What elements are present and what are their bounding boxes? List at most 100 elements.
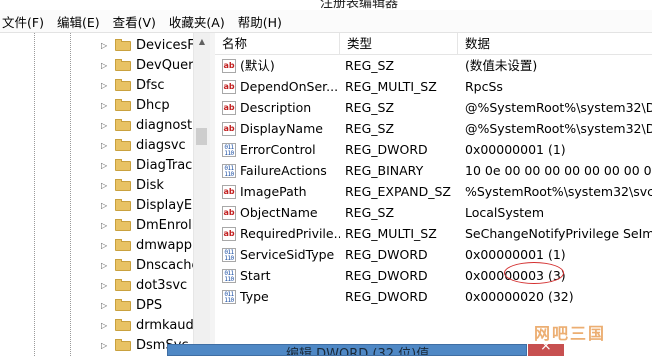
tree-item-label: Dnscache	[136, 257, 200, 273]
expand-arrow-icon[interactable]: ▷	[101, 341, 111, 350]
value-data: LocalSystem	[465, 205, 545, 220]
expand-arrow-icon[interactable]: ▷	[101, 101, 111, 110]
tree-item[interactable]: ▷ Dnscache	[101, 255, 200, 275]
expand-arrow-icon[interactable]: ▷	[101, 121, 111, 130]
menu-view[interactable]: 查看(V)	[109, 12, 160, 31]
folder-icon	[115, 279, 131, 291]
menu-help[interactable]: 帮助(H)	[234, 12, 286, 31]
window-title-bar: 注册表编辑器	[0, 0, 652, 10]
tree-item[interactable]: ▷ DevQuery	[101, 55, 201, 75]
expand-arrow-icon[interactable]: ▷	[101, 81, 111, 90]
expand-arrow-icon[interactable]: ▷	[101, 161, 111, 170]
tree-item-label: DisplayEn	[136, 197, 201, 213]
value-data: 0x00000020 (32)	[465, 289, 574, 304]
expand-arrow-icon[interactable]: ▷	[101, 141, 111, 150]
value-data: @%SystemRoot%\system32\Dev	[465, 100, 652, 115]
expand-arrow-icon[interactable]: ▷	[101, 241, 111, 250]
tree-item[interactable]: ▷ Dfsc	[101, 75, 165, 95]
value-type: REG_DWORD	[345, 268, 428, 283]
expand-arrow-icon[interactable]: ▷	[101, 201, 111, 210]
menu-file[interactable]: 文件(F)	[0, 12, 48, 31]
folder-icon	[115, 299, 131, 311]
expand-arrow-icon[interactable]: ▷	[101, 281, 111, 290]
folder-icon	[115, 199, 131, 211]
dialog-close-button[interactable]	[528, 338, 564, 356]
tree-item[interactable]: ▷ Dhcp	[101, 95, 170, 115]
tree-item[interactable]: ▷ Disk	[101, 175, 164, 195]
expand-arrow-icon[interactable]: ▷	[101, 61, 111, 70]
value-type: REG_DWORD	[345, 247, 428, 262]
menu-edit[interactable]: 编辑(E)	[53, 12, 104, 31]
value-type: REG_EXPAND_SZ	[345, 184, 451, 199]
folder-icon	[115, 59, 131, 71]
value-row[interactable]: ab (默认) REG_SZ (数值未设置)	[215, 55, 652, 76]
tree-item[interactable]: ▷ DPS	[101, 295, 162, 315]
value-name: DependOnSer...	[240, 79, 339, 94]
tree-item-label: DiagTrack	[136, 157, 200, 173]
value-name-cell: ab RequiredPrivile...	[222, 223, 340, 244]
string-value-icon: ab	[222, 205, 236, 220]
value-row[interactable]: ab DependOnSer... REG_MULTI_SZ RpcSs	[215, 76, 652, 97]
value-name: FailureActions	[240, 163, 327, 178]
column-header-name[interactable]: 名称	[215, 33, 340, 54]
string-value-icon: ab	[222, 100, 236, 115]
value-row[interactable]: ab ImagePath REG_EXPAND_SZ %SystemRoot%\sys…	[215, 181, 652, 202]
value-name-cell: ab ObjectName	[222, 202, 340, 223]
value-row[interactable]: 011 110 Type REG_DWORD 0x00000020 (32)	[215, 286, 652, 307]
value-data: 0x00000001 (1)	[465, 142, 566, 157]
value-row[interactable]: ab DisplayName REG_SZ @%SystemRoot%\system3…	[215, 118, 652, 139]
registry-key-tree[interactable]: ▷ DevicesFlo ▷ DevQuery ▷ Dfsc ▷ Dhcp ▷ diagnosti…	[0, 33, 210, 356]
binary-value-icon: 011 110	[222, 163, 236, 178]
value-name: ErrorControl	[240, 142, 316, 157]
string-value-icon: ab	[222, 121, 236, 136]
expand-arrow-icon[interactable]: ▷	[101, 321, 111, 330]
value-type: REG_SZ	[345, 121, 395, 136]
list-header: 名称 类型 数据	[215, 33, 652, 55]
tree-item[interactable]: ▷ DevicesFlo	[101, 35, 206, 55]
tree-item[interactable]: ▷ dmwappu	[101, 235, 200, 255]
expand-arrow-icon[interactable]: ▷	[101, 221, 111, 230]
value-row[interactable]: 011 110 FailureActions REG_BINARY 10 0e 00 0…	[215, 160, 652, 181]
value-row[interactable]: ab ObjectName REG_SZ LocalSystem	[215, 202, 652, 223]
registry-values-list[interactable]: 名称 类型 数据 ab (默认) REG_SZ (数值未设置) ab DependOnSe…	[215, 33, 652, 356]
value-name: ServiceSidType	[240, 247, 335, 262]
expand-arrow-icon[interactable]: ▷	[101, 301, 111, 310]
scroll-up-arrow-icon[interactable]: ▲	[194, 33, 210, 50]
column-header-type[interactable]: 类型	[340, 33, 458, 54]
value-type: REG_BINARY	[345, 163, 424, 178]
value-row[interactable]: 011 110 Start REG_DWORD 0x00000003 (3)	[215, 265, 652, 286]
folder-icon	[115, 179, 131, 191]
tree-item-label: Dfsc	[136, 77, 165, 93]
column-header-data[interactable]: 数据	[458, 33, 652, 54]
folder-icon	[115, 79, 131, 91]
tree-item[interactable]: ▷ DisplayEn	[101, 195, 200, 215]
expand-arrow-icon[interactable]: ▷	[101, 261, 111, 270]
binary-value-icon: 011 110	[222, 268, 236, 283]
value-data: 0x00000001 (1)	[465, 247, 566, 262]
value-row[interactable]: ab RequiredPrivile... REG_MULTI_SZ SeChange…	[215, 223, 652, 244]
expand-arrow-icon[interactable]: ▷	[101, 181, 111, 190]
folder-icon	[115, 259, 131, 271]
tree-vertical-scrollbar[interactable]: ▲	[193, 33, 210, 356]
value-name-cell: 011 110 FailureActions	[222, 160, 340, 181]
folder-icon	[115, 139, 131, 151]
value-data: RpcSs	[465, 79, 503, 94]
value-row[interactable]: ab Description REG_SZ @%SystemRoot%\system3…	[215, 97, 652, 118]
tree-item[interactable]: ▷ drmkaud	[101, 315, 194, 335]
scrollbar-thumb[interactable]	[196, 128, 207, 145]
value-type: REG_DWORD	[345, 289, 428, 304]
folder-icon	[115, 319, 131, 331]
value-row[interactable]: 011 110 ServiceSidType REG_DWORD 0x00000001 …	[215, 244, 652, 265]
edit-dword-dialog-titlebar[interactable]: 编辑 DWORD (32 位)值	[167, 344, 527, 356]
value-row[interactable]: 011 110 ErrorControl REG_DWORD 0x00000001 (1…	[215, 139, 652, 160]
menu-bar: 文件(F) 编辑(E) 查看(V) 收藏夹(A) 帮助(H)	[0, 10, 652, 33]
tree-item[interactable]: ▷ DiagTrack	[101, 155, 200, 175]
tree-item[interactable]: ▷ diagsvc	[101, 135, 186, 155]
menu-favorites[interactable]: 收藏夹(A)	[165, 12, 229, 31]
tree-item[interactable]: ▷ diagnostic	[101, 115, 203, 135]
tree-item[interactable]: ▷ dot3svc	[101, 275, 187, 295]
tree-item-label: Disk	[136, 177, 164, 193]
string-value-icon: ab	[222, 58, 236, 73]
expand-arrow-icon[interactable]: ▷	[101, 41, 111, 50]
tree-item[interactable]: ▷ DmEnrollr	[101, 215, 201, 235]
